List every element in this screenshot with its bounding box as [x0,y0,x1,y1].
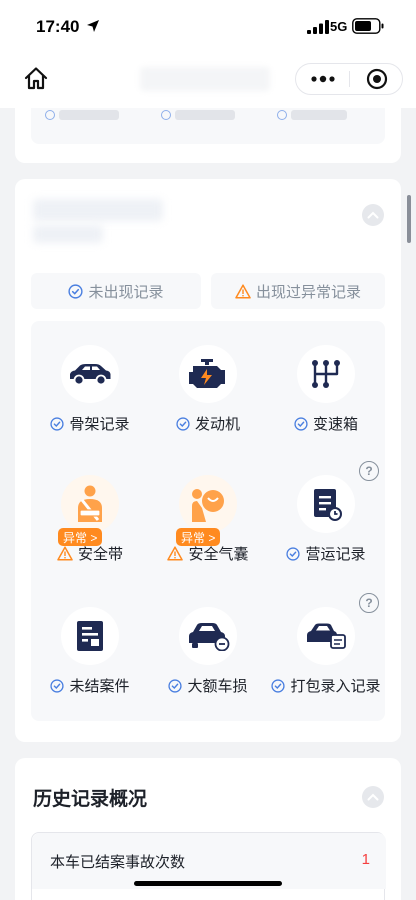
status-time: 17:40 [36,17,80,36]
card-title-redacted [33,199,163,221]
more-button[interactable] [296,64,350,94]
battery-icon [352,18,384,34]
check-circle-icon [168,678,183,693]
check-circle-icon [68,283,84,299]
item-gearbox[interactable]: 变速箱 [267,321,385,451]
vehicle-check-card: 未出现记录 出现过异常记录 骨架记录 发动机 变速箱 异常 > 安全带 异常 >… [15,179,401,742]
item-label: 未结案件 [31,675,149,696]
previous-card-tags [31,108,385,144]
legend-abnormal-label: 出现过异常记录 [255,283,361,301]
seatbelt-icon [61,475,119,533]
chevron-up-icon [367,793,379,801]
airbag-icon [179,475,237,533]
item-label: 安全带 [31,543,149,564]
check-circle-icon [271,678,286,693]
chevron-up-icon [367,211,379,219]
help-icon[interactable]: ? [359,593,379,613]
check-circle-icon [50,416,65,431]
item-operation-record[interactable]: ? 营运记录 [267,451,385,581]
home-icon [24,67,48,90]
item-airbag[interactable]: 异常 > 安全气囊 [149,451,267,581]
engine-icon [179,345,237,403]
home-button[interactable] [20,62,52,94]
item-label: 安全气囊 [149,543,267,564]
status-bar: 17:40 5G [0,0,416,50]
history-list: 本车已结案事故次数 1 [31,832,386,900]
bundle-entry-icon [297,607,355,665]
legend-normal-label: 未出现记录 [88,283,164,301]
more-dots-icon [311,75,335,83]
check-circle-icon [176,416,190,431]
nav-title-redacted [140,67,270,91]
nav-bar [0,50,416,108]
location-arrow-icon [87,20,99,32]
item-label: 骨架记录 [31,413,149,434]
warning-triangle-icon [235,283,251,299]
mini-program-capsule [295,63,403,95]
inspection-grid: 骨架记录 发动机 变速箱 异常 > 安全带 异常 > 安全气囊 ? 营运记录 未… [31,321,385,721]
warning-triangle-icon [167,546,184,561]
faded-tag [45,108,119,122]
card-subtitle-redacted [33,225,103,243]
history-card: 历史记录概况 本车已结案事故次数 1 [15,758,401,900]
history-title: 历史记录概况 [33,789,148,810]
close-button[interactable] [350,64,404,94]
history-row-value: 1 [361,851,370,868]
collapse-button[interactable] [362,204,384,226]
network-type: 5G [330,19,348,34]
item-seatbelt[interactable]: 异常 > 安全带 [31,451,149,581]
item-label: 打包录入记录 [267,675,385,696]
item-pending-case[interactable]: 未结案件 [31,583,149,713]
check-circle-icon [294,416,308,431]
legend-normal: 未出现记录 [31,273,201,309]
car-frame-icon [61,345,119,403]
faded-tag [161,108,235,122]
item-frame-record[interactable]: 骨架记录 [31,321,149,451]
check-circle-icon [286,546,301,561]
legend-abnormal: 出现过异常记录 [211,273,385,309]
gearbox-icon [297,345,355,403]
item-bundle-entry[interactable]: ? 打包录入记录 [267,583,385,713]
history-collapse-button[interactable] [362,786,384,808]
item-label: 大额车损 [149,675,267,696]
item-label: 变速箱 [267,413,385,434]
item-label: 发动机 [149,413,267,434]
home-indicator[interactable] [134,881,282,886]
item-engine[interactable]: 发动机 [149,321,267,451]
operation-record-icon [297,475,355,533]
warning-triangle-icon [57,546,73,561]
scrollbar[interactable] [407,195,411,243]
signal-icon [307,20,329,34]
target-close-icon [366,68,388,90]
check-circle-icon [50,678,65,693]
faded-tag [277,108,347,122]
previous-card [15,108,401,163]
pending-case-icon [61,607,119,665]
item-label: 营运记录 [267,543,385,564]
history-row-label: 本车已结案事故次数 [50,854,186,871]
major-damage-icon [179,607,237,665]
help-icon[interactable]: ? [359,461,379,481]
item-major-damage[interactable]: 大额车损 [149,583,267,713]
